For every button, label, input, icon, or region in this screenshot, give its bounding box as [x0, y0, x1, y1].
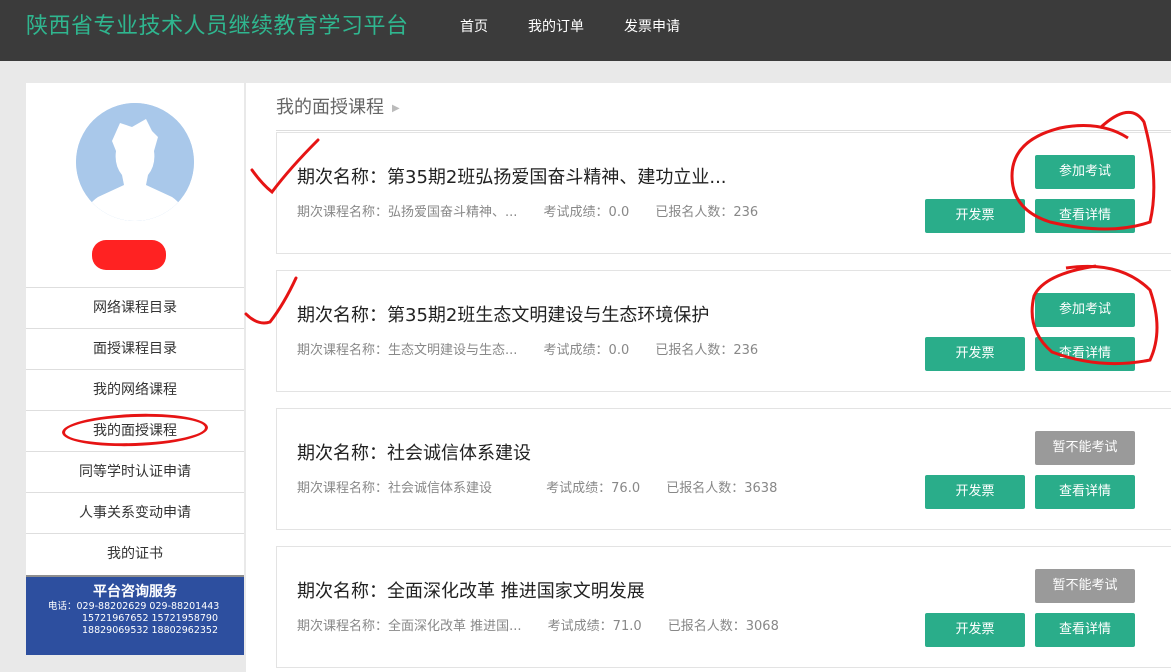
- exam-score: 考试成绩：0.0: [543, 343, 630, 358]
- top-bar: 陕西省专业技术人员继续教育学习平台 首页 我的订单 发票申请: [0, 0, 1171, 61]
- divider: [276, 130, 1171, 131]
- sidebar-menu: 网络课程目录 面授课程目录 我的网络课程 我的面授课程 同等学时认证申请 人事关…: [26, 287, 244, 574]
- invoice-button[interactable]: 开发票: [925, 199, 1025, 233]
- annotation-circle: [61, 411, 209, 449]
- view-details-button[interactable]: 查看详情: [1035, 199, 1135, 233]
- top-nav: 首页 我的订单 发票申请: [460, 16, 720, 36]
- service-phone-line: 18829069532 18802962352: [82, 625, 218, 636]
- site-title[interactable]: 陕西省专业技术人员继续教育学习平台: [26, 8, 409, 40]
- invoice-button[interactable]: 开发票: [925, 613, 1025, 647]
- course-session-title: 期次名称：第35期2班生态文明建设与生态环境保护: [297, 305, 710, 326]
- take-exam-button[interactable]: 参加考试: [1035, 155, 1135, 189]
- course-name: 期次课程名称：社会诚信体系建设: [297, 481, 493, 496]
- service-phone-line: 电话：029-88202629 029-88201443: [48, 601, 220, 612]
- nav-my-orders[interactable]: 我的订单: [528, 16, 584, 36]
- consulting-service-banner: 平台咨询服务 电话：029-88202629 029-88201443 1572…: [26, 575, 244, 655]
- sidebar-item-my-offline-courses[interactable]: 我的面授课程: [26, 410, 244, 451]
- sidebar-item-online-catalog[interactable]: 网络课程目录: [26, 287, 244, 328]
- course-session-title: 期次名称：社会诚信体系建设: [297, 443, 531, 464]
- sidebar-item-personnel-change[interactable]: 人事关系变动申请: [26, 492, 244, 533]
- breadcrumb-arrow-icon: ▶: [392, 102, 400, 114]
- user-silhouette-icon: [76, 103, 194, 221]
- page-title-text: 我的面授课程: [276, 97, 384, 118]
- view-details-button[interactable]: 查看详情: [1035, 475, 1135, 509]
- sidebar-item-equivalent-hours[interactable]: 同等学时认证申请: [26, 451, 244, 492]
- enrolled-count: 已报名人数：3638: [666, 481, 778, 496]
- invoice-button[interactable]: 开发票: [925, 475, 1025, 509]
- course-meta: 期次课程名称：生态文明建设与生态... 考试成绩：0.0 已报名人数：236: [297, 339, 780, 358]
- nav-home[interactable]: 首页: [460, 16, 488, 36]
- service-title: 平台咨询服务: [93, 584, 177, 600]
- course-card: 期次名称：社会诚信体系建设 期次课程名称：社会诚信体系建设 考试成绩：76.0 …: [276, 408, 1171, 530]
- main-content: 我的面授课程 ▶ 期次名称：第35期2班弘扬爱国奋斗精神、建功立业... 期次课程…: [246, 83, 1171, 672]
- exam-score: 考试成绩：76.0: [546, 481, 641, 496]
- course-name: 期次课程名称：弘扬爱国奋斗精神、...: [297, 205, 518, 220]
- course-session-title: 期次名称：第35期2班弘扬爱国奋斗精神、建功立业...: [297, 167, 727, 188]
- take-exam-button[interactable]: 参加考试: [1035, 293, 1135, 327]
- course-meta: 期次课程名称：社会诚信体系建设 考试成绩：76.0 已报名人数：3638: [297, 477, 799, 496]
- course-meta: 期次课程名称：弘扬爱国奋斗精神、... 考试成绩：0.0 已报名人数：236: [297, 201, 780, 220]
- course-session-title: 期次名称：全面深化改革 推进国家文明发展: [297, 581, 645, 602]
- view-details-button[interactable]: 查看详情: [1035, 613, 1135, 647]
- enrolled-count: 已报名人数：3068: [667, 619, 779, 634]
- exam-score: 考试成绩：71.0: [547, 619, 642, 634]
- username-redacted: [92, 240, 166, 270]
- course-name: 期次课程名称：生态文明建设与生态...: [297, 343, 518, 358]
- sidebar: 网络课程目录 面授课程目录 我的网络课程 我的面授课程 同等学时认证申请 人事关…: [26, 83, 244, 655]
- course-card: 期次名称：全面深化改革 推进国家文明发展 期次课程名称：全面深化改革 推进国..…: [276, 546, 1171, 668]
- exam-unavailable-button[interactable]: 暂不能考试: [1035, 431, 1135, 465]
- sidebar-item-offline-catalog[interactable]: 面授课程目录: [26, 328, 244, 369]
- enrolled-count: 已报名人数：236: [655, 343, 759, 358]
- invoice-button[interactable]: 开发票: [925, 337, 1025, 371]
- course-card: 期次名称：第35期2班生态文明建设与生态环境保护 期次课程名称：生态文明建设与生…: [276, 270, 1171, 392]
- course-name: 期次课程名称：全面深化改革 推进国...: [297, 619, 522, 634]
- exam-unavailable-button[interactable]: 暂不能考试: [1035, 569, 1135, 603]
- page-title: 我的面授课程 ▶: [276, 93, 400, 119]
- exam-score: 考试成绩：0.0: [543, 205, 630, 220]
- nav-invoice-request[interactable]: 发票申请: [624, 16, 680, 36]
- course-meta: 期次课程名称：全面深化改革 推进国... 考试成绩：71.0 已报名人数：306…: [297, 615, 801, 634]
- course-card: 期次名称：第35期2班弘扬爱国奋斗精神、建功立业... 期次课程名称：弘扬爱国奋…: [276, 132, 1171, 254]
- sidebar-item-my-online-courses[interactable]: 我的网络课程: [26, 369, 244, 410]
- service-phone-line: 15721967652 15721958790: [82, 613, 218, 624]
- enrolled-count: 已报名人数：236: [655, 205, 759, 220]
- view-details-button[interactable]: 查看详情: [1035, 337, 1135, 371]
- avatar: [76, 103, 194, 221]
- sidebar-item-my-certificates[interactable]: 我的证书: [26, 533, 244, 574]
